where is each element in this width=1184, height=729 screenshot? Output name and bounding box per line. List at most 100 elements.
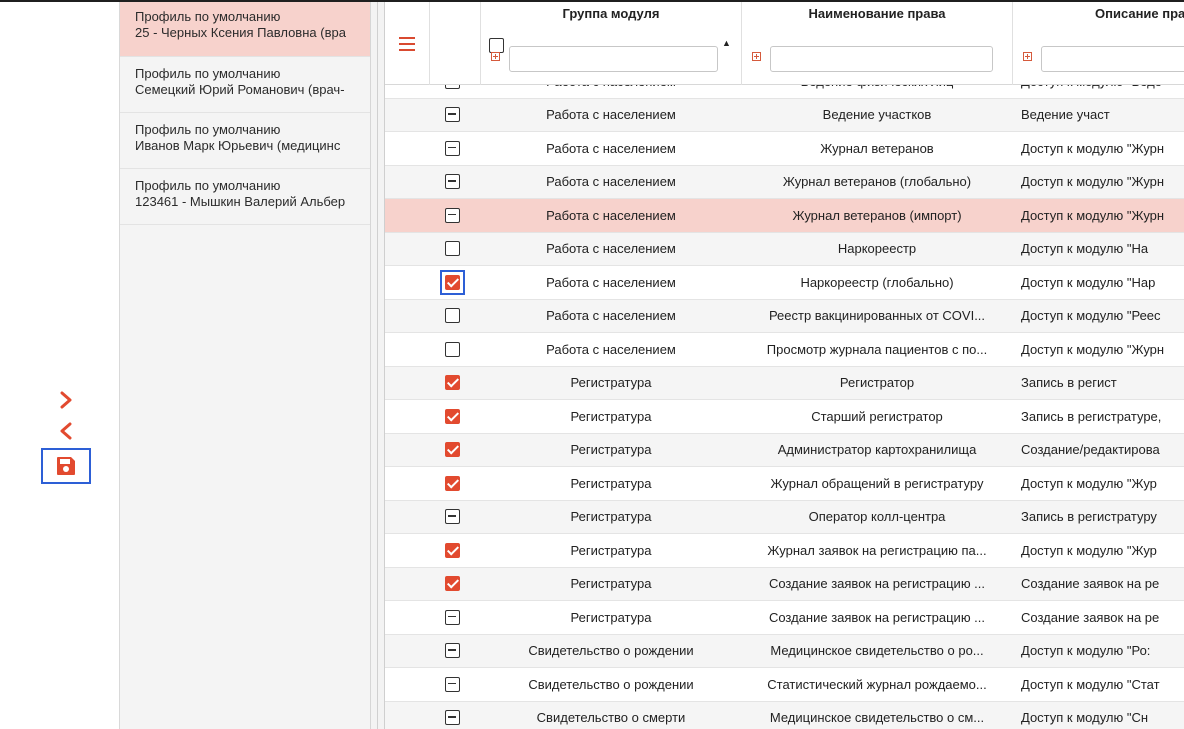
row-checkbox[interactable] <box>445 609 460 625</box>
hamburger-menu-icon[interactable] <box>399 37 415 51</box>
row-checkbox[interactable] <box>445 308 460 324</box>
permission-name-cell: Администратор картохранилища <box>777 442 977 458</box>
table-row[interactable]: Регистратура Журнал заявок на регистрацию… <box>385 534 1184 568</box>
module-group-cell: Регистратура <box>570 408 652 424</box>
row-checkbox[interactable] <box>445 241 460 257</box>
action-rail <box>0 0 120 729</box>
permission-name-cell: Создание заявок на регистрацию ... <box>768 576 986 592</box>
row-checkbox[interactable] <box>445 341 460 357</box>
profile-user-name: Семецкий Юрий Романович (врач- <box>135 82 345 97</box>
permission-name-cell: Регистратор <box>839 375 915 391</box>
row-check-cell <box>430 367 475 400</box>
module-group-cell: Свидетельство о рождении <box>528 676 694 692</box>
row-checkbox[interactable] <box>445 408 460 424</box>
module-group-cell: Свидетельство о рождении <box>528 643 694 659</box>
table-row[interactable]: Регистратура Создание заявок на регистрац… <box>385 567 1184 601</box>
panel-splitter[interactable] <box>371 0 385 729</box>
module-group-cell: Регистратура <box>570 609 652 625</box>
module-group-cell: Свидетельство о смерти <box>536 710 686 726</box>
table-row[interactable]: Работа с населением Наркореестр Доступ к м… <box>385 232 1184 266</box>
row-checkbox[interactable] <box>445 274 460 290</box>
profile-title: Профиль по умолчанию <box>135 66 281 81</box>
profile-item[interactable]: Профиль по умолчанию 25 - Черных Ксения П… <box>120 0 370 57</box>
row-checkbox[interactable] <box>445 475 460 491</box>
row-checkbox[interactable] <box>445 509 460 525</box>
row-checkbox[interactable] <box>445 207 460 223</box>
row-checkbox[interactable] <box>445 576 460 592</box>
table-row[interactable]: Регистратура Регистратор Запись в регист <box>385 366 1184 400</box>
table-row[interactable]: Свидетельство о смерти Медицинское свидет… <box>385 701 1184 729</box>
row-check-cell <box>430 534 475 567</box>
table-row[interactable]: Работа с населением Наркореестр (глобальн… <box>385 266 1184 300</box>
table-row[interactable]: Работа с населением Просмотр журнала паци… <box>385 333 1184 367</box>
table-row[interactable]: Работа с населением Реестр вакцинированны… <box>385 299 1184 333</box>
row-check-cell <box>430 132 475 165</box>
permission-name-cell: Журнал заявок на регистрацию па... <box>767 542 987 558</box>
table-row[interactable]: Работа с населением Журнал ветеранов (имп… <box>385 199 1184 233</box>
permission-desc-cell: Доступ к модулю "Жур <box>1021 542 1157 558</box>
desc-filter-input[interactable] <box>1041 46 1184 72</box>
profile-list: Профиль по умолчанию 25 - Черных Ксения П… <box>120 0 371 729</box>
permission-desc-cell: Доступ к модулю "Стат <box>1021 676 1160 692</box>
row-checkbox[interactable] <box>445 107 460 123</box>
column-name[interactable]: Наименование права <box>742 0 1013 85</box>
profile-item[interactable]: Профиль по умолчанию Семецкий Юрий Романо… <box>120 57 370 113</box>
table-row[interactable]: Регистратура Администратор картохранилища… <box>385 433 1184 467</box>
row-checkbox[interactable] <box>445 676 460 692</box>
module-group-cell: Регистратура <box>570 509 652 525</box>
table-row[interactable]: Работа с населением Ведение участков Веден… <box>385 98 1184 132</box>
header-menu-cell <box>385 0 430 85</box>
filter-icon[interactable] <box>491 52 500 61</box>
table-row[interactable]: Работа с населением Журнал ветеранов Досту… <box>385 132 1184 166</box>
permission-desc-cell: Запись в регистратуру <box>1021 509 1157 525</box>
group-filter-input[interactable] <box>509 46 718 72</box>
permission-desc-cell: Создание/редактирова <box>1021 442 1160 458</box>
module-group-cell: Работа с населением <box>546 274 676 290</box>
table-row[interactable]: Свидетельство о рождении Статистический ж… <box>385 668 1184 702</box>
permission-desc-cell: Доступ к модулю "Сн <box>1021 710 1149 726</box>
permission-name-cell: Медицинское свидетельство о ро... <box>770 643 984 659</box>
header-check-cell <box>430 0 504 85</box>
table-row[interactable]: Регистратура Журнал обращений в регистрат… <box>385 467 1184 501</box>
name-filter-input[interactable] <box>770 46 993 72</box>
filter-icon[interactable] <box>752 52 761 61</box>
row-checkbox[interactable] <box>445 710 460 726</box>
table-row[interactable]: Регистратура Старший регистратор Запись в … <box>385 400 1184 434</box>
row-check-cell <box>430 635 475 668</box>
profile-item[interactable]: Профиль по умолчанию 123461 - Мышкин Вале… <box>120 169 370 225</box>
permission-desc-cell: Доступ к модулю "Журн <box>1021 341 1165 357</box>
table-row[interactable]: Регистратура Создание заявок на регистрац… <box>385 601 1184 635</box>
sort-asc-icon[interactable]: ▲ <box>722 38 731 48</box>
filter-icon[interactable] <box>1023 52 1032 61</box>
row-checkbox[interactable] <box>445 375 460 391</box>
column-group[interactable]: Группа модуля ▲ <box>481 0 742 85</box>
module-group-cell: Работа с населением <box>546 174 676 190</box>
row-checkbox[interactable] <box>445 442 460 458</box>
table-row[interactable]: Свидетельство о рождении Медицинское свид… <box>385 634 1184 668</box>
profile-user-name: Иванов Марк Юрьевич (медицинс <box>135 138 341 153</box>
table-row[interactable]: Регистратура Оператор колл-центра Запись в… <box>385 500 1184 534</box>
row-check-cell <box>430 99 475 132</box>
permissions-grid: Работа с населениемВедение физических ли… <box>385 0 1184 729</box>
row-checkbox[interactable] <box>445 542 460 558</box>
row-checkbox[interactable] <box>445 643 460 659</box>
module-group-cell: Регистратура <box>570 375 652 391</box>
profile-item[interactable]: Профиль по умолчанию Иванов Марк Юрьевич … <box>120 113 370 169</box>
permission-name-cell: Оператор колл-центра <box>808 509 946 525</box>
module-group-cell: Работа с населением <box>546 107 676 123</box>
table-row[interactable]: Работа с населением Журнал ветеранов (гло… <box>385 165 1184 199</box>
module-group-cell: Регистратура <box>570 475 652 491</box>
module-group-cell: Работа с населением <box>546 308 676 324</box>
permission-name-cell: Журнал обращений в регистратуру <box>770 475 984 491</box>
permission-desc-cell: Доступ к модулю "Реес <box>1021 308 1161 324</box>
column-desc[interactable]: Описание пра <box>1013 0 1184 85</box>
floppy-disk-icon <box>57 457 75 475</box>
module-group-cell: Регистратура <box>570 576 652 592</box>
save-button[interactable] <box>41 448 91 484</box>
row-check-cell <box>430 434 475 467</box>
move-left-button[interactable] <box>41 413 91 449</box>
row-checkbox[interactable] <box>445 140 460 156</box>
window-top-border <box>0 0 1184 2</box>
row-checkbox[interactable] <box>445 174 460 190</box>
permission-desc-cell: Доступ к модулю "Журн <box>1021 174 1165 190</box>
